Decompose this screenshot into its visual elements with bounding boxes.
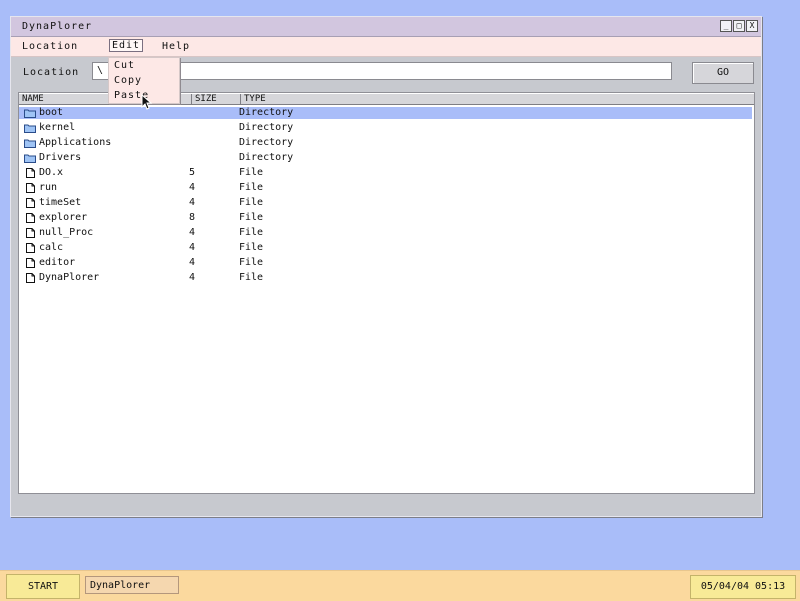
taskbar: START DynaPlorer 05/04/04 05:13 — [0, 570, 800, 601]
file-row[interactable]: Applications Directory — [19, 137, 752, 149]
file-size: 4 — [189, 182, 196, 193]
file-type: File — [239, 212, 264, 223]
file-name: DO.x — [39, 167, 64, 178]
file-name: Drivers — [39, 152, 82, 163]
file-row[interactable]: editor 4 File — [19, 257, 752, 269]
file-type: File — [239, 272, 264, 283]
file-type: File — [239, 182, 264, 193]
file-type: File — [239, 242, 264, 253]
close-button[interactable]: X — [746, 20, 758, 32]
file-icon — [26, 213, 35, 223]
clock: 05/04/04 05:13 — [690, 575, 796, 599]
file-size: 4 — [189, 242, 196, 253]
file-row[interactable]: explorer 8 File — [19, 212, 752, 224]
file-type: File — [239, 167, 264, 178]
file-icon — [26, 243, 35, 253]
file-type: File — [239, 227, 264, 238]
menu-edit[interactable]: Edit — [109, 39, 144, 52]
menu-item-copy[interactable]: Copy — [109, 73, 179, 88]
folder-icon — [24, 139, 36, 148]
column-size[interactable]: SIZE — [192, 94, 241, 104]
mouse-pointer-icon — [141, 94, 153, 110]
file-list[interactable]: NAME SIZE TYPE boot Directory kernel Direct… — [18, 92, 755, 494]
maximize-button[interactable]: □ — [733, 20, 745, 32]
file-type: File — [239, 257, 264, 268]
file-icon — [26, 228, 35, 238]
file-row[interactable]: boot Directory — [19, 107, 752, 119]
file-name: Applications — [39, 137, 112, 148]
location-label: Location — [23, 67, 80, 78]
file-name: editor — [39, 257, 76, 268]
file-type: Directory — [239, 107, 294, 118]
start-button[interactable]: START — [6, 574, 80, 599]
file-name: timeSet — [39, 197, 82, 208]
file-row[interactable]: kernel Directory — [19, 122, 752, 134]
file-name: boot — [39, 107, 64, 118]
file-name: run — [39, 182, 58, 193]
file-name: DynaPlorer — [39, 272, 100, 283]
file-size: 5 — [189, 167, 196, 178]
file-size: 4 — [189, 257, 196, 268]
window-title: DynaPlorer — [22, 21, 93, 32]
file-row[interactable]: run 4 File — [19, 182, 752, 194]
file-name: explorer — [39, 212, 88, 223]
file-size: 8 — [189, 212, 196, 223]
file-name: calc — [39, 242, 64, 253]
title-bar[interactable]: DynaPlorer _ □ X — [11, 17, 761, 37]
menu-location[interactable]: Location — [22, 41, 78, 52]
file-row[interactable]: DO.x 5 File — [19, 167, 752, 179]
folder-icon — [24, 154, 36, 163]
file-row[interactable]: timeSet 4 File — [19, 197, 752, 209]
file-icon — [26, 273, 35, 283]
file-type: File — [239, 197, 264, 208]
file-icon — [26, 258, 35, 268]
file-row[interactable]: calc 4 File — [19, 242, 752, 254]
menu-item-cut[interactable]: Cut — [109, 58, 179, 73]
folder-icon — [24, 124, 36, 133]
file-icon — [26, 183, 35, 193]
window-controls: _ □ X — [720, 20, 758, 32]
file-type: Directory — [239, 122, 294, 133]
file-size: 4 — [189, 227, 196, 238]
file-row[interactable]: Drivers Directory — [19, 152, 752, 164]
file-row[interactable]: DynaPlorer 4 File — [19, 272, 752, 284]
file-icon — [26, 198, 35, 208]
menu-help[interactable]: Help — [162, 41, 190, 52]
file-name: null_Proc — [39, 227, 94, 238]
go-button[interactable]: GO — [692, 62, 754, 84]
minimize-button[interactable]: _ — [720, 20, 732, 32]
file-name: kernel — [39, 122, 76, 133]
menu-bar: Location Edit Help — [11, 37, 761, 57]
folder-icon — [24, 109, 36, 118]
taskbar-item-dynaplorer[interactable]: DynaPlorer — [85, 576, 179, 594]
file-size: 4 — [189, 272, 196, 283]
file-size: 4 — [189, 197, 196, 208]
file-row[interactable]: null_Proc 4 File — [19, 227, 752, 239]
column-type[interactable]: TYPE — [241, 94, 754, 104]
file-type: Directory — [239, 137, 294, 148]
file-type: Directory — [239, 152, 294, 163]
file-icon — [26, 168, 35, 178]
